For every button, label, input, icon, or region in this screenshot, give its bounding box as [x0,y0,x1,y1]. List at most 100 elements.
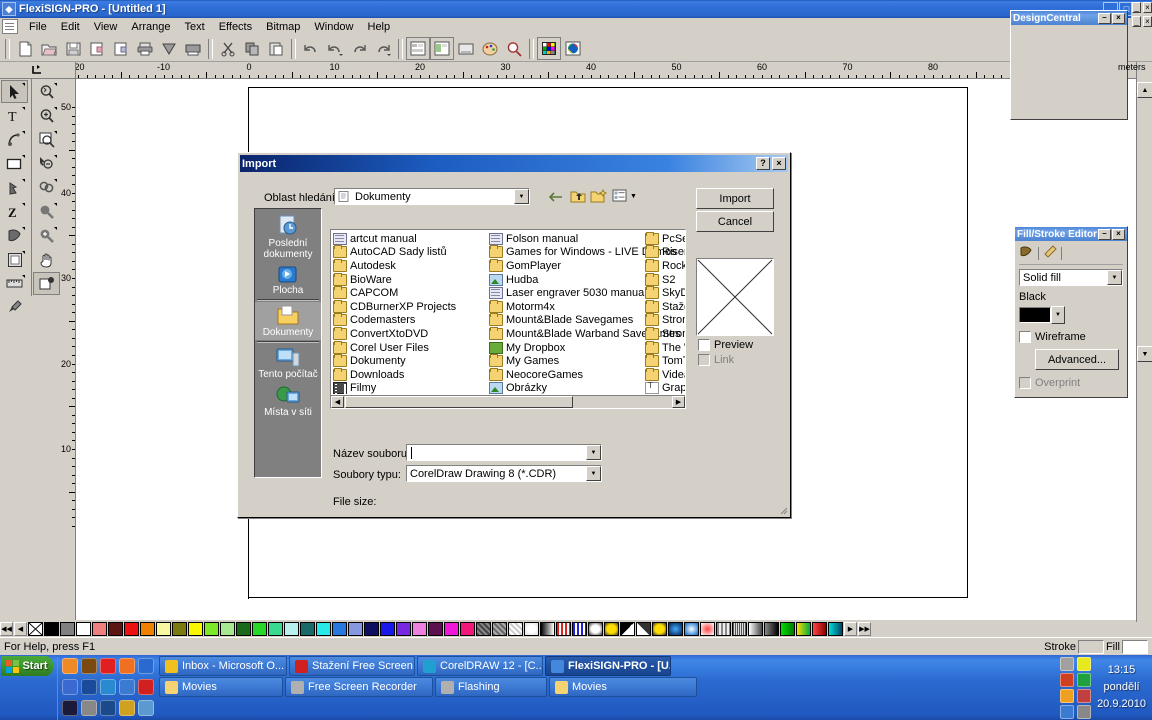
color-palette-bar[interactable]: ◀◀ ◀ ▶ ▶▶ [0,620,1152,637]
status-stroke-swatch[interactable] [1077,639,1104,654]
document-menu-icon[interactable] [2,19,18,34]
taskbar-task-button[interactable]: Flashing [435,677,547,697]
easy-compose-icon[interactable] [454,37,478,60]
file-list-item[interactable]: Folson manual [489,232,645,246]
back-arrow-icon[interactable] [548,191,564,206]
ie-icon[interactable] [138,658,154,674]
palette-swatch[interactable] [220,621,235,636]
place-network-places[interactable]: Místa v síti [255,382,321,420]
dock-minimize-button-2[interactable]: _ [1132,16,1141,27]
views-icon[interactable]: ▼ [612,189,637,203]
palette-swatch[interactable] [380,621,395,636]
shape-tool-icon[interactable] [1,128,28,151]
file-list-item[interactable]: BioWare [333,272,489,287]
file-list-item[interactable]: NeocoreGames [489,367,645,382]
inkscape-icon[interactable] [62,700,78,716]
palette-swatch[interactable] [268,621,283,636]
stripes-fine-icon[interactable] [732,621,747,636]
palette-swatch[interactable] [460,621,475,636]
star-white-icon[interactable] [588,621,603,636]
scissors-cut-icon[interactable] [216,37,240,60]
dock-close-button-2[interactable]: × [1143,16,1152,27]
preview-checkbox[interactable]: Preview [698,339,753,351]
menu-arrange[interactable]: Arrange [124,19,177,35]
palette-swatch[interactable] [188,621,203,636]
palette-swatch[interactable] [172,621,187,636]
taskbar-task-button[interactable]: Inbox - Microsoft O... [159,656,287,676]
palette-swatch[interactable] [364,621,379,636]
media-player-icon[interactable] [81,679,97,695]
fill-stroke-icon[interactable] [478,37,502,60]
save-icon[interactable] [61,37,85,60]
file-list-item[interactable]: Mount&Blade Warband Savegames [489,326,680,341]
palette-swatch[interactable] [236,621,251,636]
menu-edit[interactable]: Edit [54,19,87,35]
burst-red-icon[interactable] [700,621,715,636]
file-list-item[interactable]: S2 [645,272,685,287]
ruler-origin-icon[interactable] [0,62,76,79]
shadow-tool-icon[interactable] [33,272,60,295]
dialog-close-button[interactable]: × [772,157,786,170]
start-button[interactable]: Start [1,656,53,676]
file-list-item[interactable]: ConvertXtoDVD [333,326,489,341]
flash-icon[interactable] [100,700,116,716]
dock-close-button-1[interactable]: × [1143,2,1152,13]
text-tool-icon[interactable]: T [1,104,28,127]
measure-tool-icon[interactable] [1,272,28,295]
menu-view[interactable]: View [87,19,125,35]
star-yellow-icon[interactable] [652,621,667,636]
right-scroll-up[interactable]: ▲ [1137,82,1152,98]
open-folder-icon[interactable] [37,37,61,60]
file-list-item[interactable]: Filmy [333,382,489,396]
taskbar-task-button[interactable]: Movies [549,677,697,697]
place-my-computer[interactable]: Tento počítač [255,344,321,382]
pattern-dot-dark[interactable] [476,621,491,636]
file-list-horizontal-scrollbar[interactable]: ◀ ▶ [331,395,685,408]
palette-swatch[interactable] [44,621,59,636]
gradient-gray-icon[interactable] [748,621,763,636]
look-in-chevron-icon[interactable]: ▼ [514,189,529,204]
file-list-item[interactable]: Mount&Blade Savegames [489,313,645,328]
shield-icon[interactable] [1077,688,1092,703]
paste-icon[interactable] [264,37,288,60]
advanced-button[interactable]: Advanced... [1035,349,1119,370]
palette-prev-icon[interactable]: ◀ [14,621,27,636]
palette-swatch[interactable] [300,621,315,636]
radial-blue-icon[interactable] [684,621,699,636]
menu-file[interactable]: File [22,19,54,35]
avg-icon[interactable] [138,679,154,695]
network-icon[interactable] [1060,672,1075,687]
fill-color-swatch[interactable] [1019,307,1051,323]
filetype-chevron-icon[interactable]: ▼ [586,466,601,481]
right-scroll-down[interactable]: ▼ [1137,346,1152,362]
filetype-select[interactable]: CorelDraw Drawing 8 (*.CDR) ▼ [406,465,602,482]
file-list-item[interactable]: Risen [645,245,685,260]
views-chevron-icon[interactable]: ▼ [630,193,637,200]
file-list-item[interactable]: Laser engraver 5030 manual [489,286,647,300]
wireframe-checkbox[interactable]: Wireframe [1019,331,1123,343]
copy-icon[interactable] [240,37,264,60]
cancel-button[interactable]: Cancel [696,211,774,232]
palette-last-icon[interactable]: ▶▶ [858,621,871,636]
file-list-item[interactable]: The Witcher [645,340,685,355]
picture-icon[interactable] [81,700,97,716]
swirl-blue-icon[interactable] [668,621,683,636]
import-icon[interactable] [85,37,109,60]
status-fill-swatch[interactable] [1122,639,1148,654]
file-list-item[interactable]: Downloads [333,367,489,382]
menu-effects[interactable]: Effects [212,19,259,35]
triangle-white-icon[interactable] [636,621,651,636]
file-list-scroll-left[interactable]: ◀ [331,396,344,408]
palette-swatch[interactable] [76,621,91,636]
palette-swatch[interactable] [396,621,411,636]
stripes-red-icon[interactable] [556,621,571,636]
preview-checkbox-box[interactable] [698,339,710,351]
magic-wand-icon[interactable] [33,200,60,223]
lasso-select-icon[interactable] [33,176,60,199]
undo-list-icon[interactable] [323,37,347,60]
palette-next-icon[interactable]: ▶ [844,621,857,636]
menu-bitmap[interactable]: Bitmap [259,19,307,35]
palette-swatch[interactable] [428,621,443,636]
design-editor-icon[interactable] [430,37,454,60]
palette-swatch[interactable] [348,621,363,636]
